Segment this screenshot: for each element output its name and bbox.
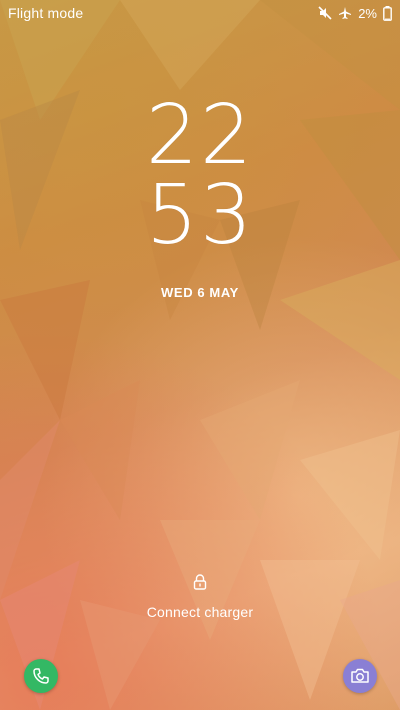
clock-minute: 53 [145,168,255,263]
date-label: WED 6 MAY [161,285,239,300]
camera-icon [350,667,370,685]
clock-hour: 22 [145,88,255,183]
phone-shortcut-button[interactable] [24,659,58,693]
battery-icon [383,5,392,21]
status-icons: 2% [318,5,392,21]
battery-percent: 2% [358,5,377,21]
connect-charger-prompt: Connect charger [146,604,254,620]
lock-indicator [0,574,400,595]
lock-icon [193,574,207,590]
phone-icon [32,667,50,685]
status-bar: Flight mode 2% [0,0,400,26]
flight-mode-label: Flight mode [8,5,84,21]
camera-shortcut-button[interactable] [343,659,377,693]
mute-icon [318,6,332,20]
airplane-icon [338,6,352,20]
